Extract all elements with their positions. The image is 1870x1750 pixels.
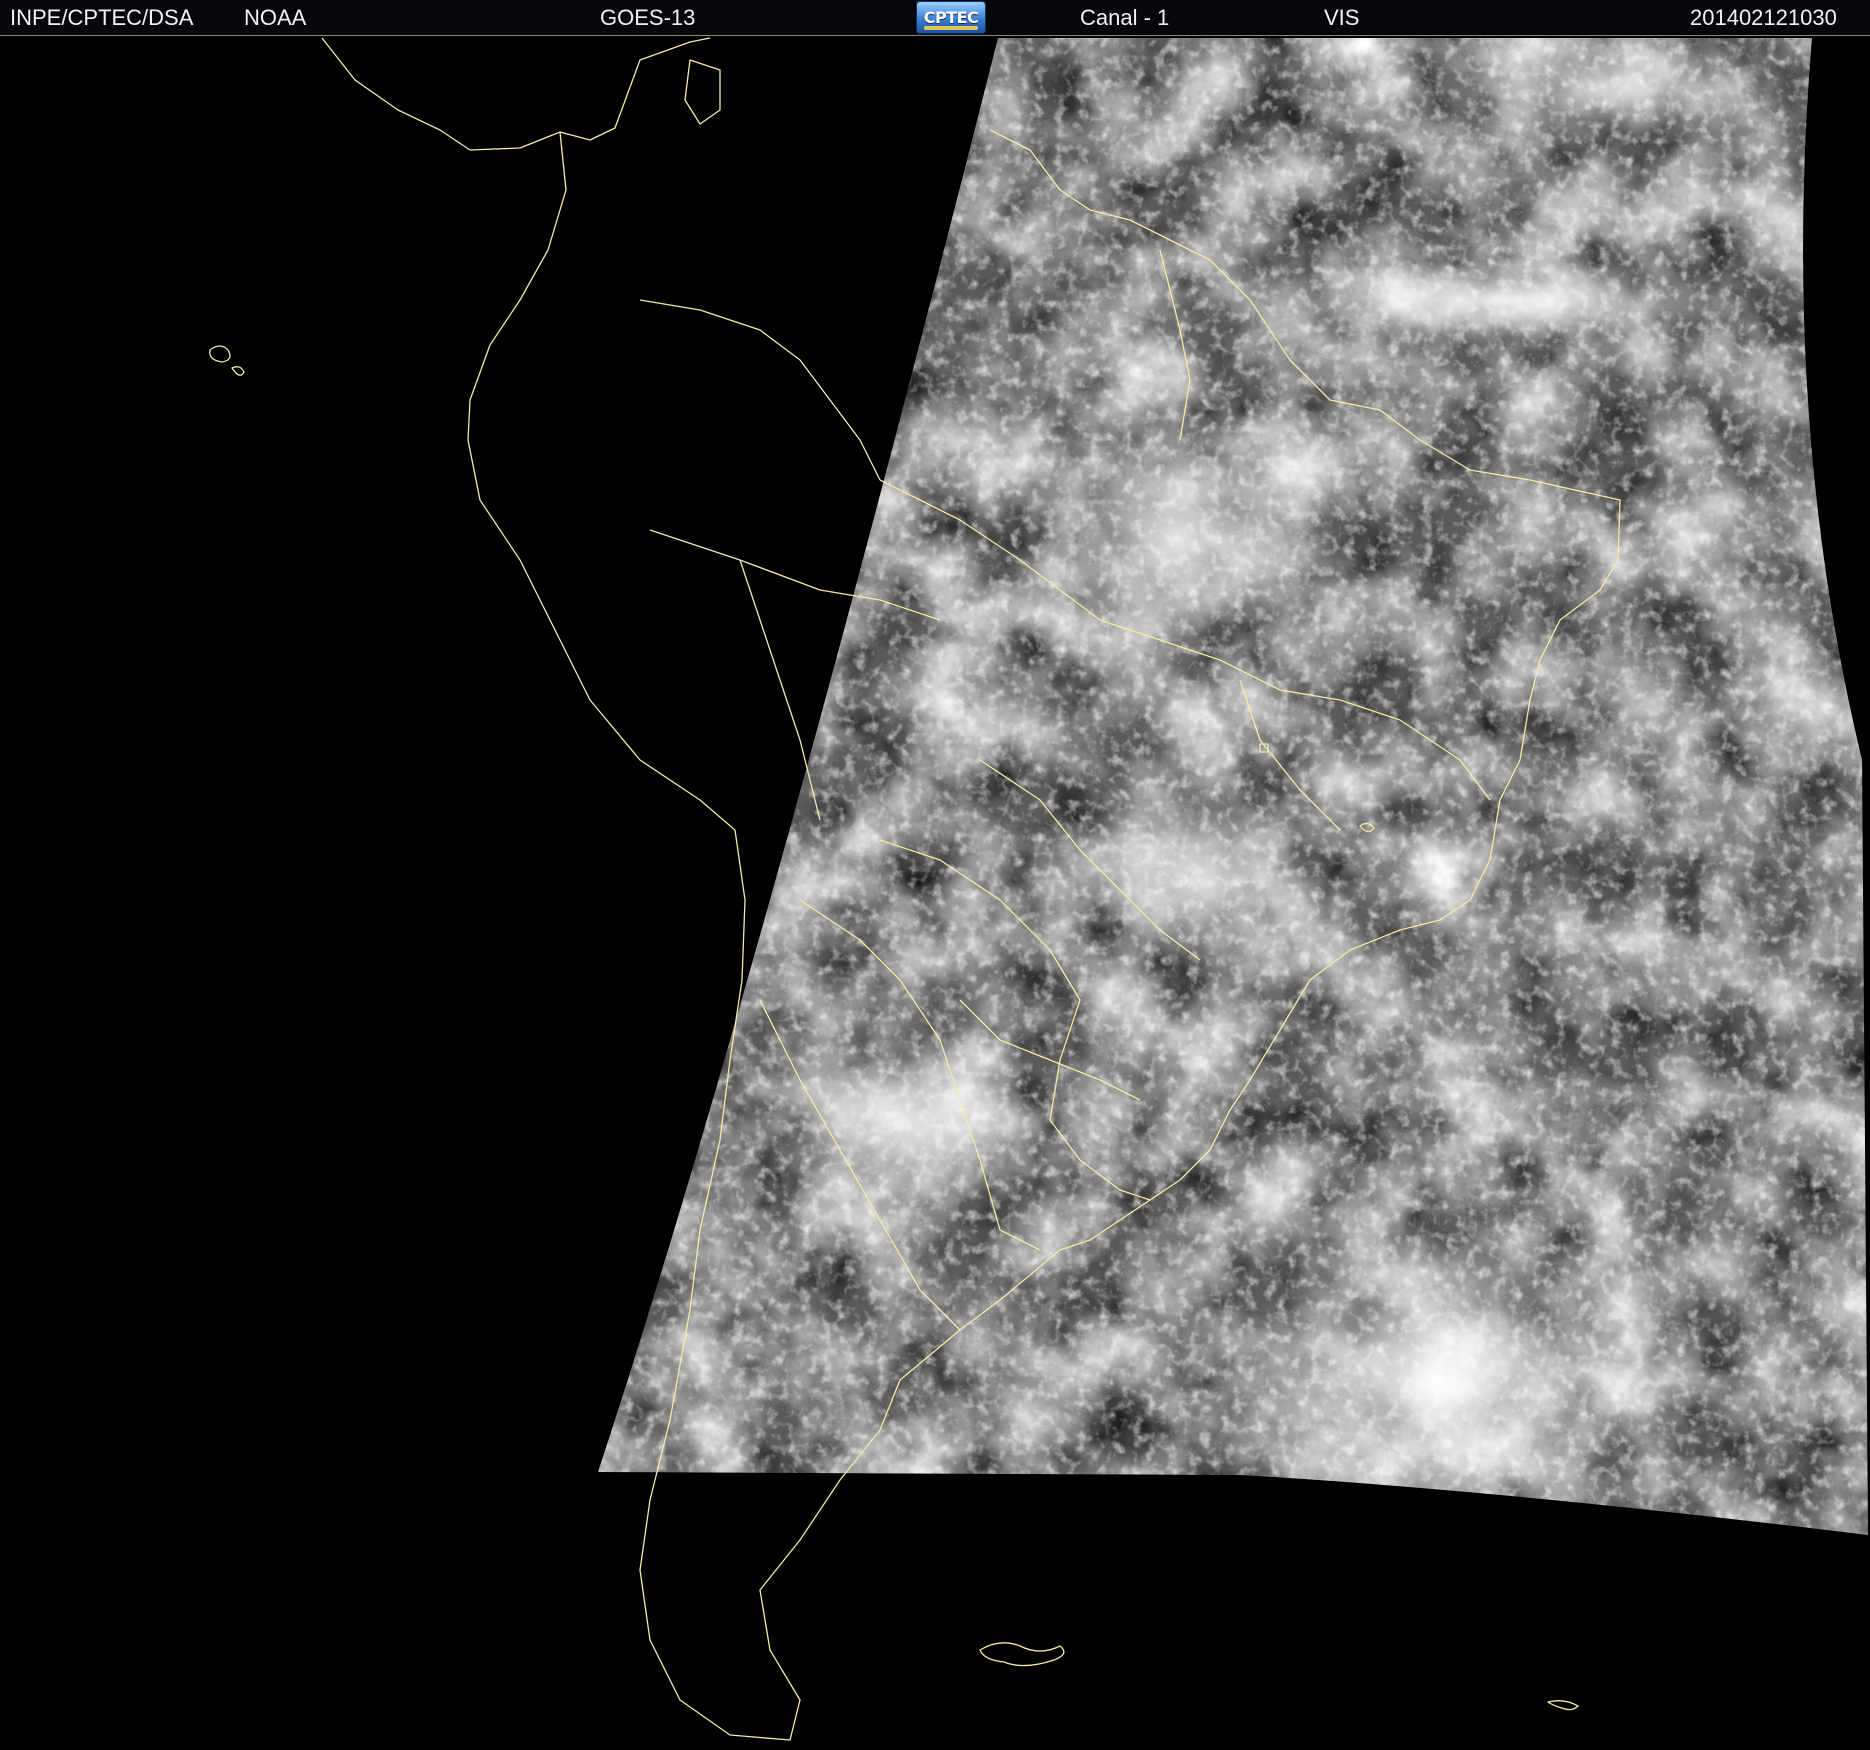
satellite-label: GOES-13: [600, 5, 696, 30]
logo-wave-icon: [924, 26, 978, 30]
source-label: INPE/CPTEC/DSA: [10, 5, 194, 30]
band-label: VIS: [1324, 5, 1360, 30]
satellite-image: [209, 37, 1868, 1741]
cptec-logo-text: CPTEC: [923, 8, 979, 27]
header-bar: INPE/CPTEC/DSA NOAA GOES-13 CPTEC Canal …: [0, 0, 1870, 36]
cptec-logo: CPTEC: [916, 1, 986, 34]
channel-label: Canal - 1: [1080, 5, 1170, 30]
visible-swath: [598, 38, 1868, 1535]
agency-label: NOAA: [244, 5, 307, 30]
timestamp-label: 201402121030: [1690, 5, 1837, 30]
